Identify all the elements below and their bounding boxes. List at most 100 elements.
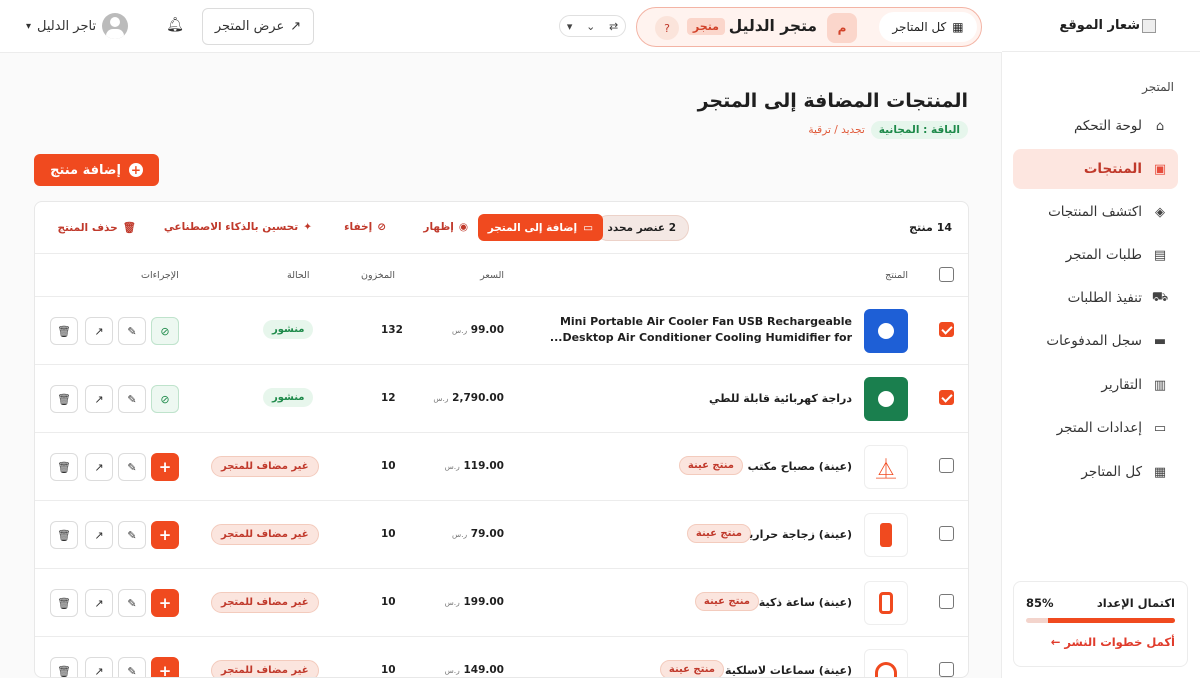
add-to-store-button[interactable]: + bbox=[151, 453, 179, 481]
row-checkbox[interactable] bbox=[939, 390, 954, 405]
trash-icon: 🗑︎ bbox=[57, 664, 71, 678]
product-stock: 10 bbox=[381, 460, 396, 472]
products-table: 14 منتج 2 عنصر محدد ▭ إضافة إلى المتجر ◉… bbox=[34, 201, 969, 678]
sidebar-item-payments[interactable]: ▬ سجل المدفوعات bbox=[1013, 321, 1178, 361]
lamp-icon: ⏅ bbox=[876, 456, 896, 481]
add-product-button[interactable]: + إضافة منتج bbox=[34, 154, 159, 186]
product-stock: 10 bbox=[381, 528, 396, 540]
open-product-button[interactable]: ↗ bbox=[85, 453, 113, 481]
fan-image[interactable] bbox=[864, 309, 908, 353]
open-product-button[interactable]: ↗ bbox=[85, 521, 113, 549]
user-menu[interactable]: تاجر الدليل ▾ bbox=[26, 12, 129, 40]
store-switcher[interactable]: ▦ كل المتاجر م متجر الدليل متجر ? bbox=[636, 7, 982, 47]
topbar: ▦ كل المتاجر م متجر الدليل متجر ? ⇄ ⌄ ▾ … bbox=[0, 0, 1002, 53]
sidebar-item-orders[interactable]: ▤ طلبات المتجر bbox=[1013, 235, 1178, 275]
all-stores-button[interactable]: ▦ كل المتاجر bbox=[879, 12, 977, 42]
sidebar-item-settings[interactable]: ▭ إعدادات المتجر bbox=[1013, 408, 1178, 448]
edit-product-button[interactable]: ✎ bbox=[118, 589, 146, 617]
product-name[interactable]: (عينة) زجاجة حرارية bbox=[742, 527, 852, 543]
trash-icon: 🗑︎ bbox=[57, 460, 71, 474]
bulk-delete-label: حذف المنتج bbox=[57, 221, 118, 234]
delete-product-button[interactable]: 🗑︎ bbox=[50, 521, 78, 549]
delete-product-button[interactable]: 🗑︎ bbox=[50, 317, 78, 345]
bulk-show-button[interactable]: ◉ إظهار bbox=[423, 221, 468, 233]
product-stock: 132 bbox=[381, 324, 403, 336]
external-link-icon: ↗ bbox=[94, 596, 104, 610]
truck-icon: ⛟ bbox=[1151, 289, 1169, 305]
caret-down-icon: ▾ bbox=[26, 20, 32, 32]
trash-icon: 🗑︎ bbox=[57, 596, 71, 610]
edit-product-button[interactable]: ✎ bbox=[118, 453, 146, 481]
product-name[interactable]: (عينة) سماعات لاسلكية bbox=[725, 663, 852, 677]
store-swap-select[interactable]: ⇄ ⌄ ▾ bbox=[559, 15, 626, 37]
help-icon[interactable]: ? bbox=[655, 16, 679, 40]
delete-product-button[interactable]: 🗑︎ bbox=[50, 657, 78, 678]
sidebar-item-all-stores[interactable]: ▦ كل المتاجر bbox=[1013, 452, 1178, 492]
row-checkbox[interactable] bbox=[939, 458, 954, 473]
edit-product-button[interactable]: ✎ bbox=[118, 521, 146, 549]
status-badge: غير مضاف للمتجر bbox=[211, 592, 319, 613]
open-product-button[interactable]: ↗ bbox=[85, 589, 113, 617]
hide-product-button[interactable]: ⊘ bbox=[151, 317, 179, 345]
delete-product-button[interactable]: 🗑︎ bbox=[50, 385, 78, 413]
row-checkbox[interactable] bbox=[939, 594, 954, 609]
edit-product-button[interactable]: ✎ bbox=[118, 385, 146, 413]
table-row: (عينة) سماعات لاسلكية منتج عينة 149.00 ر… bbox=[35, 637, 968, 678]
hide-product-button[interactable]: ⊘ bbox=[151, 385, 179, 413]
sidebar-item-reports[interactable]: ▥ التقارير bbox=[1013, 365, 1178, 405]
watch-image[interactable] bbox=[864, 581, 908, 625]
sidebar-item-dashboard[interactable]: ⌂ لوحة التحكم bbox=[1013, 106, 1178, 146]
product-count: 14 منتج bbox=[909, 221, 952, 234]
store-avatar: م bbox=[827, 13, 857, 43]
delete-product-button[interactable]: 🗑︎ bbox=[50, 589, 78, 617]
store-name: متجر الدليل bbox=[728, 17, 817, 35]
trash-icon: 🗑︎ bbox=[57, 528, 71, 542]
headphones-image[interactable] bbox=[864, 649, 908, 677]
open-product-button[interactable]: ↗ bbox=[85, 657, 113, 677]
caret-down-icon: ▾ bbox=[566, 19, 573, 33]
product-name[interactable]: Mini Portable Air Cooler Fan USB Recharg… bbox=[550, 314, 852, 346]
eye-off-icon: ⊘ bbox=[160, 324, 170, 338]
view-store-button[interactable]: ↗ عرض المتجر bbox=[202, 8, 314, 45]
product-stock: 10 bbox=[381, 664, 396, 676]
product-name[interactable]: (عينة) مصباح مكتب bbox=[748, 459, 852, 475]
edit-product-button[interactable]: ✎ bbox=[118, 657, 146, 678]
table-row: دراجة كهربائية قابلة للطي 2,790.00 ر.س 1… bbox=[35, 365, 968, 433]
chevron-down-icon: ⌄ bbox=[586, 19, 596, 33]
product-name[interactable]: (عينة) ساعة ذكية bbox=[759, 595, 852, 611]
site-logo[interactable]: شعار الموقع bbox=[1001, 0, 1200, 52]
renew-upgrade-link[interactable]: تجديد / ترقية bbox=[808, 124, 864, 136]
edit-icon: ✎ bbox=[127, 664, 137, 678]
add-to-store-button[interactable]: + bbox=[151, 589, 179, 617]
row-checkbox[interactable] bbox=[939, 662, 954, 677]
trash-icon: 🗑︎ bbox=[57, 324, 71, 338]
select-all-checkbox[interactable] bbox=[939, 267, 954, 282]
bike-image[interactable] bbox=[864, 377, 908, 421]
bulk-delete-button[interactable]: 🗑︎ حذف المنتج bbox=[57, 221, 136, 235]
edit-product-button[interactable]: ✎ bbox=[118, 317, 146, 345]
bottle-image[interactable] bbox=[864, 513, 908, 557]
sidebar-item-label: المنتجات bbox=[1083, 161, 1142, 177]
bell-icon[interactable]: 🔔︎ bbox=[166, 16, 184, 34]
row-checkbox[interactable] bbox=[939, 526, 954, 541]
sidebar-item-fulfillment[interactable]: ⛟ تنفيذ الطلبات bbox=[1013, 278, 1178, 318]
open-product-button[interactable]: ↗ bbox=[85, 317, 113, 345]
bulk-hide-button[interactable]: ⊘ إخفاء bbox=[344, 221, 386, 233]
add-to-store-button[interactable]: + bbox=[151, 521, 179, 549]
add-to-store-button[interactable]: + bbox=[151, 657, 179, 677]
header-price: السعر bbox=[480, 270, 504, 281]
store-icon: ▭ bbox=[583, 221, 593, 234]
row-checkbox[interactable] bbox=[939, 322, 954, 337]
table-row: Mini Portable Air Cooler Fan USB Recharg… bbox=[35, 297, 968, 365]
open-product-button[interactable]: ↗ bbox=[85, 385, 113, 413]
delete-product-button[interactable]: 🗑︎ bbox=[50, 453, 78, 481]
view-store-label: عرض المتجر bbox=[214, 19, 285, 34]
complete-steps-link[interactable]: أكمل خطوات النشر ← bbox=[1026, 635, 1175, 649]
product-name[interactable]: دراجة كهربائية قابلة للطي bbox=[709, 391, 852, 407]
bulk-add-to-store-button[interactable]: ▭ إضافة إلى المتجر bbox=[477, 214, 603, 241]
lamp-image[interactable]: ⏅ bbox=[864, 445, 908, 489]
bulk-ai-improve-button[interactable]: ✦ تحسين بالذكاء الاصطناعي bbox=[164, 221, 312, 233]
compass-icon: ◈ bbox=[1155, 204, 1165, 220]
sidebar-item-discover[interactable]: ◈ اكتشف المنتجات bbox=[1013, 192, 1178, 232]
sidebar-item-products[interactable]: ▣ المنتجات bbox=[1013, 149, 1178, 189]
